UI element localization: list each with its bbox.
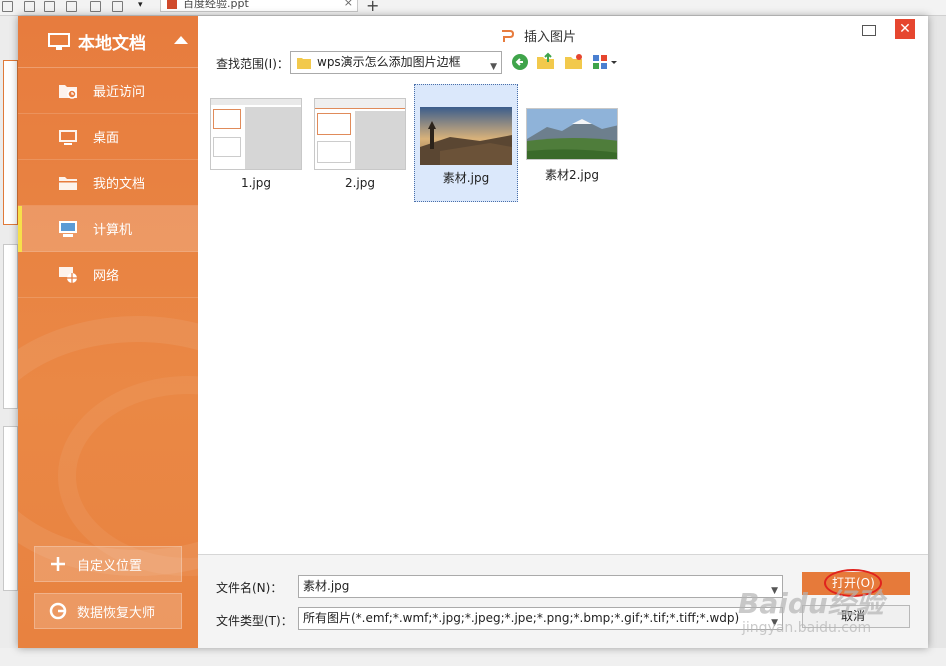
look-in-label: 查找范围(I)： — [216, 57, 289, 71]
cancel-button-label: 取消 — [841, 609, 866, 623]
recent-folder-icon — [59, 84, 77, 99]
slide-thumbnail[interactable] — [3, 60, 18, 225]
chevron-down-icon: ▼ — [490, 62, 497, 72]
look-in-value: wps演示怎么添加图片边框 — [317, 55, 461, 69]
slide-thumbnail-panel — [0, 16, 18, 666]
look-in-dropdown[interactable]: wps演示怎么添加图片边框 ▼ — [290, 51, 502, 74]
custom-location-label: 自定义位置 — [77, 558, 143, 574]
open-button[interactable]: 打开(O) — [802, 569, 910, 597]
plus-icon — [51, 557, 65, 571]
slide-thumbnail-image — [314, 98, 406, 170]
file-item-2[interactable]: 2.jpg — [308, 84, 412, 202]
ppt-file-icon — [167, 0, 177, 9]
sidebar-item-label: 最近访问 — [93, 85, 146, 100]
sidebar-item-my-documents[interactable]: 我的文档 — [18, 160, 198, 206]
sidebar-item-computer[interactable]: 计算机 — [18, 206, 198, 252]
slide-thumbnail-image — [210, 98, 302, 170]
tab-close-icon[interactable]: × — [344, 0, 353, 8]
filetype-select[interactable]: 所有图片(*.emf;*.wmf;*.jpg;*.jpeg;*.jpe;*.pn… — [298, 607, 783, 630]
sidebar: 本地文档 最近访问 桌面 我的文档 计算机 网络 自定义位置 数据恢复大师 — [18, 16, 198, 648]
dialog-title-bar[interactable]: 插入图片 ✕ — [198, 16, 928, 50]
file-name: 素材2.jpg — [544, 168, 600, 182]
new-folder-icon[interactable] — [564, 52, 584, 72]
sidebar-item-label: 网络 — [93, 269, 120, 284]
dropdown-icon[interactable]: ▾ — [138, 1, 149, 12]
toolbar-icon[interactable] — [24, 1, 35, 12]
maximize-button[interactable] — [862, 25, 876, 36]
file-options-panel: 文件名(N)： 素材.jpg ▼ 文件类型(T)： 所有图片(*.emf;*.w… — [198, 554, 928, 648]
filename-label: 文件名(N)： — [216, 581, 283, 595]
snowy-mountain-photo — [527, 109, 617, 159]
dialog-title-label: 插入图片 — [524, 30, 577, 45]
up-folder-icon[interactable] — [536, 52, 556, 72]
recovery-g-icon — [49, 602, 67, 620]
collapse-caret-icon[interactable] — [174, 36, 188, 44]
file-name: 2.jpg — [344, 176, 376, 190]
file-item-4[interactable]: 素材2.jpg — [520, 84, 624, 202]
chevron-down-icon[interactable]: ▼ — [771, 581, 778, 597]
filetype-label: 文件类型(T)： — [216, 614, 293, 628]
filetype-value: 所有图片(*.emf;*.wmf;*.jpg;*.jpeg;*.jpe;*.pn… — [303, 611, 740, 625]
folder-icon — [59, 176, 77, 190]
chevron-down-icon[interactable]: ▼ — [771, 613, 778, 629]
file-name: 1.jpg — [240, 176, 272, 190]
photo-thumbnail-image — [420, 107, 512, 165]
preview-icon[interactable] — [66, 1, 77, 12]
background-toolbar: ▾ 百度经验.ppt × + — [0, 0, 946, 16]
undo-icon[interactable] — [90, 1, 101, 12]
sidebar-item-desktop[interactable]: 桌面 — [18, 114, 198, 160]
background-scroll-area — [928, 16, 946, 666]
data-recovery-button[interactable]: 数据恢复大师 — [34, 593, 182, 629]
network-icon — [59, 266, 77, 283]
sidebar-item-label: 计算机 — [93, 223, 133, 238]
sidebar-item-label: 桌面 — [93, 131, 120, 146]
sidebar-item-label: 我的文档 — [93, 177, 146, 192]
desktop-icon — [59, 129, 77, 145]
data-recovery-label: 数据恢复大师 — [77, 605, 156, 621]
print-icon[interactable] — [44, 1, 55, 12]
file-list: 1.jpg 2.jpg 素材.jpg 素材2.jpg — [198, 76, 928, 554]
computer-icon — [59, 220, 77, 237]
sidebar-header-local-documents[interactable]: 本地文档 — [18, 16, 198, 68]
cancel-button[interactable]: 取消 — [802, 605, 910, 628]
dialog-main: 插入图片 ✕ 查找范围(I)： wps演示怎么添加图片边框 ▼ 1.jpg 2.… — [198, 16, 928, 648]
file-item-3[interactable]: 素材.jpg — [414, 84, 518, 202]
slide-thumbnail[interactable] — [3, 244, 18, 409]
folder-icon — [297, 58, 311, 69]
filename-value: 素材.jpg — [303, 579, 350, 593]
document-tab-label: 百度经验.ppt — [183, 0, 249, 10]
photo-thumbnail-image — [526, 108, 618, 160]
look-in-row: 查找范围(I)： wps演示怎么添加图片边框 ▼ — [198, 50, 928, 76]
document-tab[interactable]: 百度经验.ppt × — [160, 0, 358, 12]
background-status-area — [0, 648, 946, 666]
dialog-title: 插入图片 — [500, 26, 576, 45]
sidebar-item-recent[interactable]: 最近访问 — [18, 68, 198, 114]
redo-icon[interactable] — [112, 1, 123, 12]
new-tab-button[interactable]: + — [366, 0, 379, 15]
insert-picture-dialog: 本地文档 最近访问 桌面 我的文档 计算机 网络 自定义位置 数据恢复大师 插入… — [18, 16, 928, 648]
sidebar-header-label: 本地文档 — [78, 34, 146, 54]
toolbar-icon[interactable] — [2, 1, 13, 12]
close-button[interactable]: ✕ — [895, 19, 915, 39]
back-arrow-icon[interactable] — [510, 52, 530, 72]
file-name: 素材.jpg — [442, 171, 490, 185]
sunset-temple-photo — [420, 107, 512, 165]
monitor-icon — [48, 32, 70, 50]
wps-presentation-logo-icon — [502, 29, 514, 42]
slide-thumbnail[interactable] — [3, 426, 18, 591]
highlight-circle — [824, 569, 882, 597]
filename-input[interactable]: 素材.jpg ▼ — [298, 575, 783, 598]
custom-location-button[interactable]: 自定义位置 — [34, 546, 182, 582]
view-menu-icon[interactable] — [592, 52, 620, 72]
file-item-1[interactable]: 1.jpg — [204, 84, 308, 202]
sidebar-item-network[interactable]: 网络 — [18, 252, 198, 298]
